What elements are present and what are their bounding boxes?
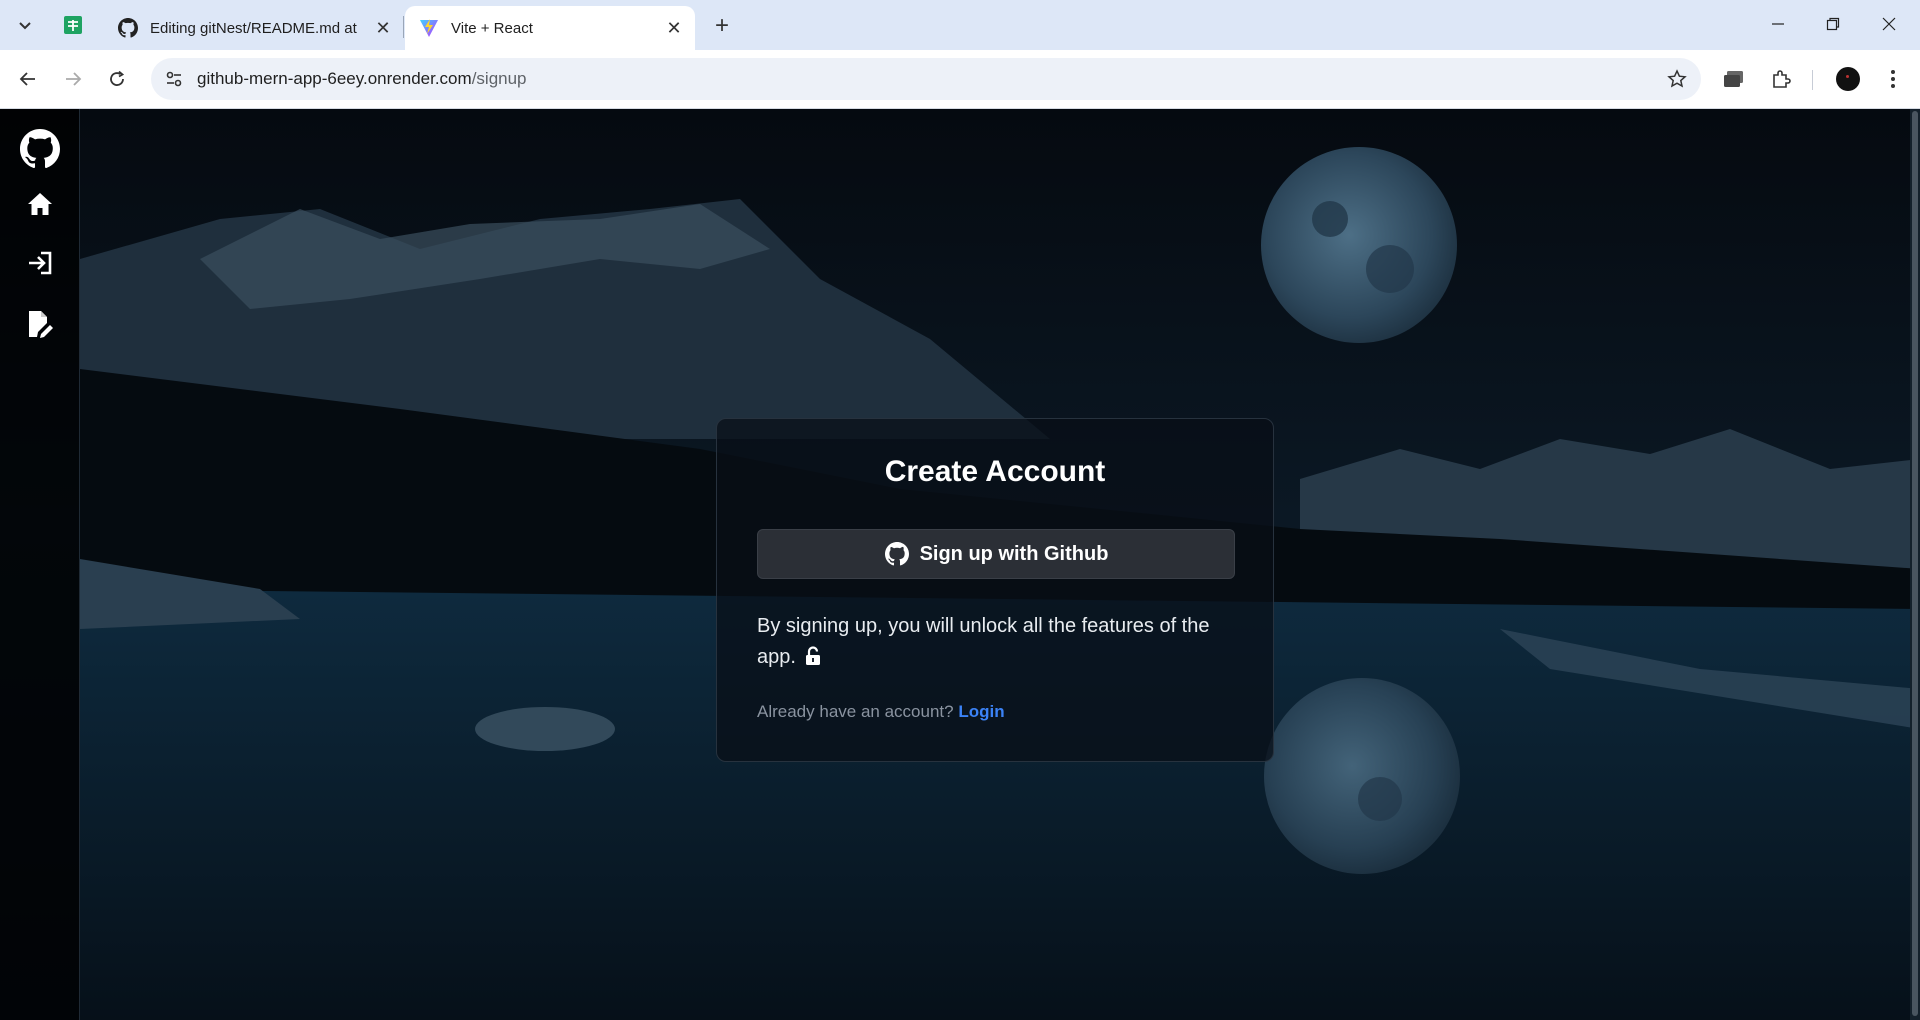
signup-description: By signing up, you will unlock all the f… xyxy=(757,611,1235,673)
new-tab-button[interactable]: + xyxy=(708,12,736,40)
sheets-icon xyxy=(64,16,82,34)
arrow-left-icon xyxy=(19,72,35,86)
site-settings-icon[interactable] xyxy=(163,68,185,90)
close-icon[interactable]: ✕ xyxy=(663,17,685,39)
page-viewport: Create Account Sign up with Github By si… xyxy=(0,109,1920,1020)
login-icon xyxy=(29,251,52,275)
more-vert-icon xyxy=(1891,70,1895,88)
description-text: By signing up, you will unlock all the f… xyxy=(757,615,1210,668)
tab-search-button[interactable] xyxy=(10,11,40,39)
sidebar-item-github-logo[interactable] xyxy=(18,127,62,171)
sidebar-item-home[interactable] xyxy=(18,182,62,226)
restore-button[interactable] xyxy=(1810,8,1856,40)
url-text: github-mern-app-6eey.onrender.com/signup xyxy=(197,69,527,89)
page-scrollbar[interactable] xyxy=(1910,109,1920,1020)
restore-icon xyxy=(1826,17,1840,31)
pinned-tab-sheets[interactable] xyxy=(60,12,86,38)
back-button[interactable] xyxy=(12,63,44,95)
sidebar-item-login[interactable] xyxy=(18,241,62,285)
sidebar xyxy=(0,109,80,1020)
address-bar[interactable]: github-mern-app-6eey.onrender.com/signup xyxy=(151,58,1701,100)
avatar xyxy=(1836,67,1860,91)
bookmark-star-icon[interactable] xyxy=(1665,67,1689,91)
edit-document-icon xyxy=(29,311,53,338)
home-icon xyxy=(28,193,52,215)
scrollbar-thumb[interactable] xyxy=(1912,111,1918,1016)
minimize-button[interactable] xyxy=(1755,8,1801,40)
forward-button[interactable] xyxy=(57,63,89,95)
github-logo-icon xyxy=(20,129,60,169)
tab-vite-react[interactable]: Vite + React ✕ xyxy=(405,6,695,50)
already-have-account: Already have an account? Login xyxy=(757,702,1005,722)
already-text: Already have an account? xyxy=(757,702,954,721)
github-icon xyxy=(884,541,910,567)
signup-with-github-button[interactable]: Sign up with Github xyxy=(757,529,1235,579)
tab-title: Editing gitNest/README.md at xyxy=(150,19,357,37)
tab-readme[interactable]: Editing gitNest/README.md at ✕ xyxy=(104,6,404,50)
github-favicon-icon xyxy=(118,18,138,38)
browser-toolbar: github-mern-app-6eey.onrender.com/signup xyxy=(0,50,1920,109)
github-button-label: Sign up with Github xyxy=(919,542,1109,565)
card-title: Create Account xyxy=(884,455,1106,488)
media-icon xyxy=(1724,71,1743,87)
profile-button[interactable] xyxy=(1832,63,1864,95)
signup-card: Create Account Sign up with Github By si… xyxy=(716,418,1274,762)
vite-icon xyxy=(419,18,439,38)
puzzle-icon xyxy=(1773,70,1791,88)
sidebar-item-signup[interactable] xyxy=(18,302,62,346)
browser-tabstrip: Editing gitNest/README.md at ✕ Vite + Re… xyxy=(0,0,1920,50)
cast-button[interactable] xyxy=(1718,63,1750,95)
login-link[interactable]: Login xyxy=(958,702,1004,721)
toolbar-divider xyxy=(1812,70,1813,90)
chevron-down-icon xyxy=(19,22,31,30)
tab-title: Vite + React xyxy=(451,19,533,37)
close-icon[interactable]: ✕ xyxy=(372,17,394,39)
url-path: /signup xyxy=(471,69,527,88)
url-host: github-mern-app-6eey.onrender.com xyxy=(197,69,472,88)
extensions-button[interactable] xyxy=(1765,63,1797,95)
window-close-button[interactable] xyxy=(1866,8,1912,40)
reload-icon xyxy=(110,70,125,86)
reload-button[interactable] xyxy=(101,63,133,95)
arrow-right-icon xyxy=(66,72,82,86)
menu-button[interactable] xyxy=(1877,63,1909,95)
unlock-icon xyxy=(805,646,820,665)
minimize-icon xyxy=(1772,23,1784,25)
tab-divider xyxy=(403,16,404,38)
close-icon xyxy=(1882,17,1896,31)
